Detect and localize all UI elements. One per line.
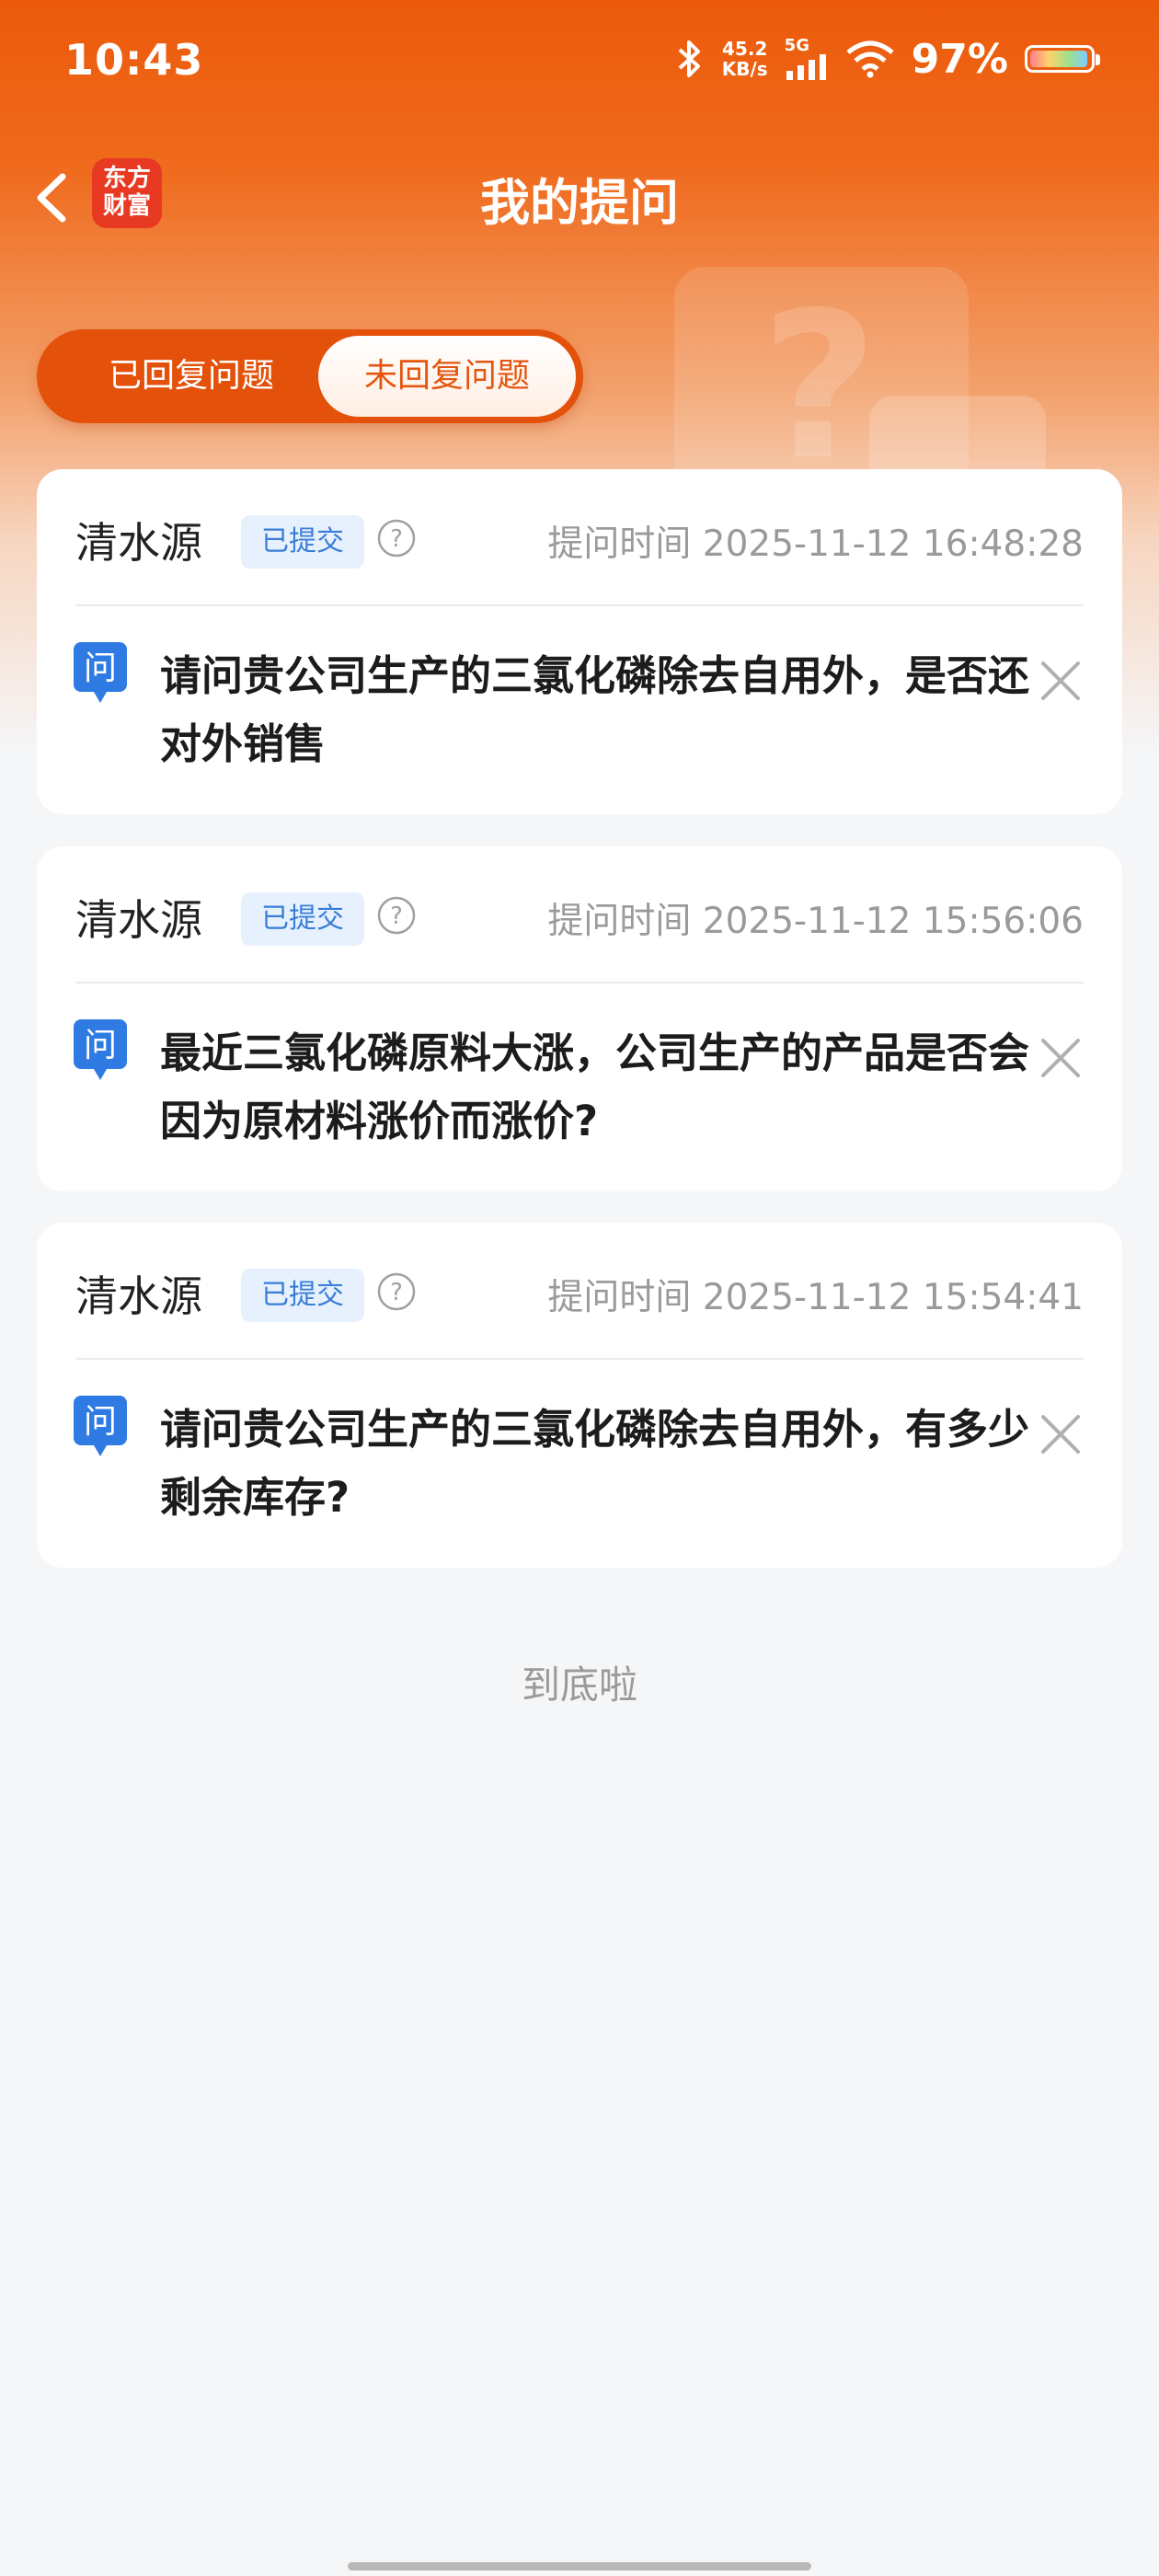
divider (75, 604, 1084, 606)
network-speed: 45.2 KB/s (721, 38, 768, 80)
svg-text:?: ? (390, 1279, 403, 1306)
question-time: 提问时间 2025-11-12 15:56:06 (547, 901, 1084, 942)
question-bubble-icon: 问 (74, 1396, 127, 1456)
close-icon[interactable] (1038, 1411, 1084, 1457)
status-badge: 已提交 (241, 1269, 364, 1322)
signal-icon (786, 54, 826, 80)
question-card[interactable]: 清水源 已提交 ? 提问时间 2025-11-12 15:56:06 问 最近三… (37, 846, 1122, 1191)
battery-percent: 97% (911, 35, 1008, 83)
question-bubble-icon: 问 (74, 642, 127, 703)
divider (75, 1358, 1084, 1360)
help-circle-icon[interactable]: ? (377, 519, 416, 558)
tab-unreplied[interactable]: 未回复问题 (318, 336, 576, 417)
list-end-text: 到底啦 (521, 1662, 637, 1708)
battery-icon (1025, 45, 1100, 73)
svg-text:?: ? (390, 903, 403, 930)
bluetooth-icon (678, 40, 700, 77)
question-text: 最近三氯化磷原料大涨，公司生产的产品是否会因为原材料涨价而涨价? (160, 1029, 1030, 1145)
question-text: 请问贵公司生产的三氯化磷除去自用外，是否还对外销售 (160, 651, 1030, 768)
clock: 10:43 (64, 35, 204, 85)
wifi-icon (846, 40, 894, 78)
question-text: 请问贵公司生产的三氯化磷除去自用外，有多少剩余库存? (160, 1405, 1030, 1522)
status-bar: 10:43 45.2 KB/s 5G 97% (0, 0, 1159, 124)
network-type: 5G (784, 36, 809, 55)
tab-replied[interactable]: 已回复问题 (44, 329, 339, 423)
svg-text:问: 问 (84, 1403, 117, 1441)
tab-bar: 已回复问题 未回复问题 (37, 329, 583, 423)
question-time: 提问时间 2025-11-12 15:54:41 (547, 1277, 1084, 1318)
svg-text:问: 问 (84, 1027, 117, 1064)
question-time: 提问时间 2025-11-12 16:48:28 (547, 523, 1084, 565)
question-bubble-icon: 问 (74, 1019, 127, 1080)
svg-text:问: 问 (84, 650, 117, 687)
status-badge: 已提交 (241, 515, 364, 569)
help-circle-icon[interactable]: ? (377, 1272, 416, 1311)
help-circle-icon[interactable]: ? (377, 896, 416, 935)
username: 清水源 (75, 895, 202, 945)
question-card[interactable]: 清水源 已提交 ? 提问时间 2025-11-12 15:54:41 问 请问贵… (37, 1223, 1122, 1568)
navigation-bar: 东方 财富 我的提问 (0, 147, 1159, 248)
username: 清水源 (75, 1271, 202, 1321)
close-icon[interactable] (1038, 1035, 1084, 1081)
username: 清水源 (75, 518, 202, 568)
home-indicator[interactable] (348, 2562, 811, 2570)
divider (75, 982, 1084, 983)
close-icon[interactable] (1038, 658, 1084, 704)
svg-text:?: ? (390, 525, 403, 553)
status-badge: 已提交 (241, 892, 364, 946)
question-card[interactable]: 清水源 已提交 ? 提问时间 2025-11-12 16:48:28 问 请问贵… (37, 469, 1122, 814)
battery-fill (1030, 51, 1087, 67)
page-title: 我的提问 (480, 174, 679, 232)
